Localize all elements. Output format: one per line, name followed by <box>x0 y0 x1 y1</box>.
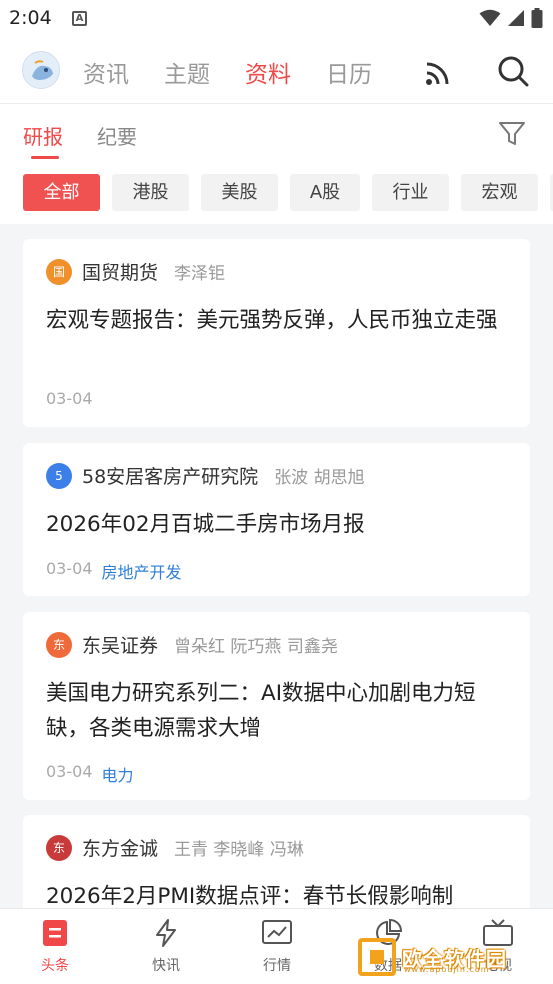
headline-icon <box>43 920 67 946</box>
avatar-illustration-icon <box>24 53 59 88</box>
top-navigation: 资讯 主题 资料 日历 <box>0 38 553 104</box>
report-title: 美国电力研究系列二：AI数据中心加剧电力短缺，各类电源需求大增 <box>46 681 476 741</box>
battery-icon <box>531 8 543 28</box>
signal-icon <box>508 10 524 26</box>
source-name: 58安居客房产研究院 <box>82 466 259 488</box>
lightning-icon <box>156 919 176 947</box>
tab-topics[interactable]: 主题 <box>164 55 210 89</box>
bottom-tab-flash[interactable]: 快讯 <box>126 919 206 975</box>
wifi-icon <box>479 9 501 26</box>
report-source: 5 58安居客房产研究院 张波 胡思旭 <box>46 462 365 489</box>
active-subtab-indicator <box>31 156 59 159</box>
tab-news[interactable]: 资讯 <box>83 55 129 89</box>
search-icon[interactable] <box>496 54 530 88</box>
report-card[interactable]: 东 东方金诚 王青 李晓峰 冯琳 2026年2月PMI数据点评：春节长假影响制 <box>23 815 530 908</box>
chip-hk-stocks[interactable]: 港股 <box>112 174 189 211</box>
status-bar: 2:04 A <box>0 0 553 38</box>
sub-navigation: 研报 纪要 <box>0 104 553 164</box>
report-meta: 03-04 房地产开发 <box>46 559 182 583</box>
cast-icon[interactable] <box>424 55 456 87</box>
user-avatar[interactable] <box>22 51 60 89</box>
chip-macro[interactable]: 宏观 <box>461 174 538 211</box>
report-card[interactable]: 东 东吴证券 曾朵红 阮巧燕 司鑫尧 美国电力研究系列二：AI数据中心加剧电力短… <box>23 612 530 800</box>
report-title: 宏观专题报告：美元强势反弹，人民币独立走强 <box>46 308 498 333</box>
market-chart-icon <box>262 920 292 944</box>
report-authors: 张波 胡思旭 <box>274 468 365 488</box>
source-logo-icon: 东 <box>46 631 72 658</box>
tab-calendar[interactable]: 日历 <box>326 55 372 89</box>
source-logo-icon: 国 <box>46 258 72 285</box>
status-time: 2:04 <box>9 7 52 29</box>
chip-a-shares[interactable]: A股 <box>290 174 360 211</box>
notification-a-icon: A <box>72 11 87 26</box>
report-title: 2026年02月百城二手房市场月报 <box>46 512 365 537</box>
report-meta: 03-04 电力 <box>46 762 134 786</box>
source-name: 东方金诚 <box>82 838 159 860</box>
report-authors: 曾朵红 阮巧燕 司鑫尧 <box>174 637 338 657</box>
subtab-minutes[interactable]: 纪要 <box>97 121 137 150</box>
source-name: 东吴证券 <box>82 635 159 657</box>
source-logo-icon: 东 <box>46 834 72 861</box>
top-tabs: 资讯 主题 资料 日历 <box>83 55 372 89</box>
chip-us-stocks[interactable]: 美股 <box>201 174 278 211</box>
filter-icon[interactable] <box>498 120 526 148</box>
bottom-tab-headlines[interactable]: 头条 <box>15 919 95 975</box>
report-meta: 03-04 <box>46 389 93 408</box>
bottom-tab-label: 行情 <box>263 958 291 974</box>
report-card[interactable]: 5 58安居客房产研究院 张波 胡思旭 2026年02月百城二手房市场月报 03… <box>23 443 530 596</box>
report-date: 03-04 <box>46 389 93 408</box>
report-card[interactable]: 国 国贸期货 李泽钜 宏观专题报告：美元强势反弹，人民币独立走强 03-04 <box>23 239 530 427</box>
report-title: 2026年2月PMI数据点评：春节长假影响制 <box>46 884 454 908</box>
watermark-subtext: www.apoujin.com <box>404 965 490 974</box>
subtab-research-reports[interactable]: 研报 <box>23 121 63 150</box>
chip-all[interactable]: 全部 <box>23 174 100 211</box>
report-authors: 王青 李晓峰 冯琳 <box>174 840 304 860</box>
report-authors: 李泽钜 <box>174 264 226 284</box>
watermark-logo-icon <box>358 938 396 976</box>
report-date: 03-04 <box>46 559 93 578</box>
bottom-tab-label: 头条 <box>41 958 69 974</box>
report-source: 国 国贸期货 李泽钜 <box>46 258 225 285</box>
tab-materials[interactable]: 资料 <box>245 55 291 89</box>
source-name: 国贸期货 <box>82 262 159 284</box>
report-date: 03-04 <box>46 762 93 781</box>
filter-chips: 全部 港股 美股 A股 行业 宏观 <box>0 164 553 224</box>
report-source: 东 东方金诚 王青 李晓峰 冯琳 <box>46 834 304 861</box>
report-feed: 国 国贸期货 李泽钜 宏观专题报告：美元强势反弹，人民币独立走强 03-04 5… <box>0 224 553 908</box>
chip-industry[interactable]: 行业 <box>372 174 449 211</box>
site-watermark: 欧全软件园 www.apoujin.com <box>358 935 548 979</box>
bottom-tab-market[interactable]: 行情 <box>237 919 317 975</box>
bottom-tab-label: 快讯 <box>152 958 180 974</box>
report-industry-tag[interactable]: 房地产开发 <box>102 559 182 583</box>
system-icons <box>479 8 543 28</box>
report-industry-tag[interactable]: 电力 <box>102 762 134 786</box>
report-source: 东 东吴证券 曾朵红 阮巧燕 司鑫尧 <box>46 631 338 658</box>
source-logo-icon: 5 <box>46 462 72 489</box>
